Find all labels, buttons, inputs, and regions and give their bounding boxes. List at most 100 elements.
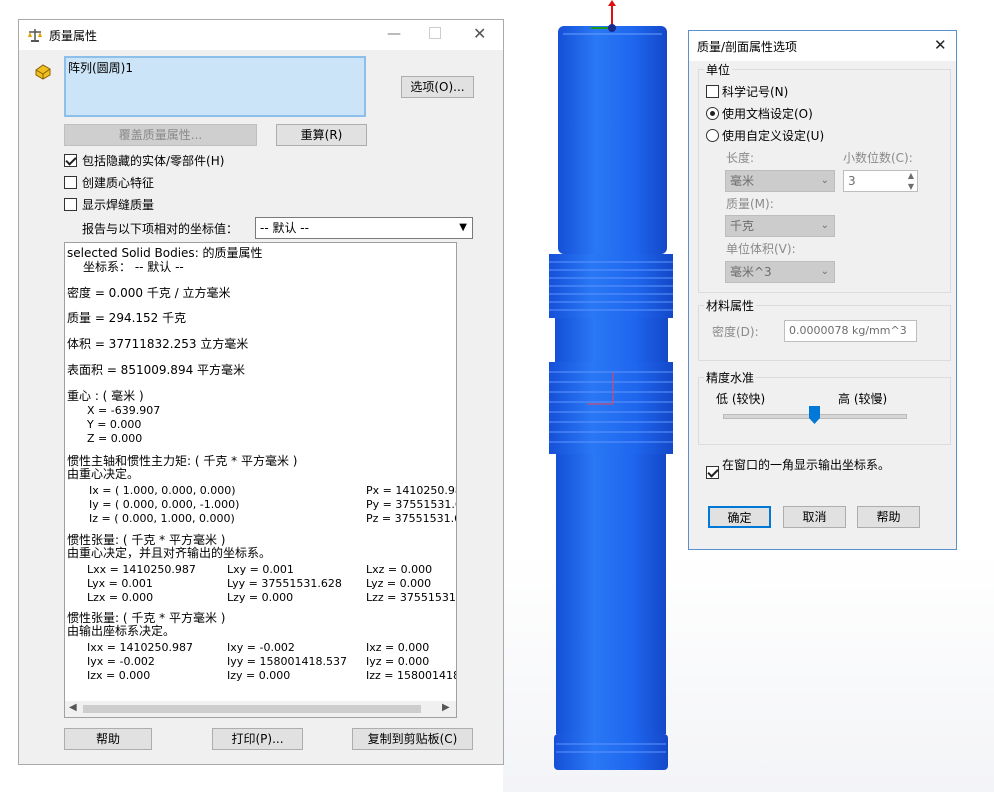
tensor1-cell: Lxz = 0.000 xyxy=(366,563,433,576)
accuracy-group xyxy=(698,377,951,445)
accuracy-high-label: 高 (较慢) xyxy=(838,392,888,406)
accuracy-slider-thumb[interactable] xyxy=(808,406,820,424)
volume-unit-value: 毫米^3 xyxy=(730,265,772,279)
use-custom-label: 使用自定义设定(U) xyxy=(722,129,825,143)
options-titlebar[interactable]: 质量/剖面属性选项 ✕ xyxy=(689,31,956,61)
tensor1-cell: Lyz = 0.000 xyxy=(366,577,432,590)
include-hidden-label: 包括隐藏的实体/零部件(H) xyxy=(82,154,225,168)
include-hidden-checkbox[interactable] xyxy=(64,154,77,167)
options-help-button[interactable]: 帮助 xyxy=(857,506,920,528)
axis-iy: Iy = ( 0.000, 0.000, -1.000) xyxy=(89,498,240,511)
mass-dialog-title: 质量属性 xyxy=(49,29,98,43)
coord-system-value: -- 默认 -- xyxy=(260,221,309,235)
volume-line: 体积 = 37711832.253 立方毫米 xyxy=(67,337,249,351)
cancel-button[interactable]: 取消 xyxy=(783,506,846,528)
options-button[interactable]: 选项(O)... xyxy=(401,76,474,98)
density-line: 密度 = 0.000 千克 / 立方毫米 xyxy=(67,286,231,300)
origin-point xyxy=(608,24,616,32)
tensor1-cell: Lxx = 1410250.987 xyxy=(87,563,196,576)
coord-system-select[interactable]: -- 默认 -- ▼ xyxy=(255,217,473,239)
tensor1-cell: Lzy = 0.000 xyxy=(227,591,294,604)
tensor1-cell: Lxy = 0.001 xyxy=(227,563,294,576)
ok-button[interactable]: 确定 xyxy=(708,506,771,528)
accuracy-group-title: 精度水准 xyxy=(704,369,757,386)
scale-icon xyxy=(27,27,43,43)
options-title: 质量/剖面属性选项 xyxy=(697,40,798,54)
selection-item[interactable]: 阵列(圆周)1 xyxy=(68,59,133,76)
shaft-lower xyxy=(556,454,666,734)
scientific-notation-checkbox[interactable] xyxy=(706,85,719,98)
length-select[interactable]: 毫米 ⌄ xyxy=(725,170,835,192)
close-icon[interactable]: ✕ xyxy=(473,24,486,43)
units-group-title: 单位 xyxy=(704,61,733,78)
use-document-label: 使用文档设定(O) xyxy=(722,107,813,121)
scroll-right-icon[interactable]: ▶ xyxy=(442,702,450,713)
create-com-checkbox[interactable] xyxy=(64,176,77,189)
tensor1-sub: 由重心决定，并且对齐输出的坐标系。 xyxy=(67,546,272,560)
cog-z: Z = 0.000 xyxy=(87,432,143,445)
length-label: 长度: xyxy=(726,151,755,165)
tensor1-cell: Lzx = 0.000 xyxy=(87,591,154,604)
tensor2-sub: 由输出座标系决定。 xyxy=(67,624,176,638)
copy-clipboard-button[interactable]: 复制到剪贴板(C) xyxy=(352,728,473,750)
tensor2-cell: Iyz = 0.000 xyxy=(366,655,430,668)
volume-unit-select[interactable]: 毫米^3 ⌄ xyxy=(725,261,835,283)
material-group-title: 材料属性 xyxy=(704,297,757,314)
tensor2-cell: Ixx = 1410250.987 xyxy=(87,641,193,654)
shaft-upper xyxy=(558,26,667,254)
scroll-left-icon[interactable]: ◀ xyxy=(69,702,77,713)
moment-pz: Pz = 37551531.628 xyxy=(366,512,456,525)
length-value: 毫米 xyxy=(730,174,755,188)
tensor2-cell: Iyx = -0.002 xyxy=(87,655,155,668)
use-document-radio[interactable] xyxy=(706,107,719,120)
area-line: 表面积 = 851009.894 平方毫米 xyxy=(67,363,246,377)
selection-list[interactable]: 阵列(圆周)1 xyxy=(64,56,366,117)
stepper-down-icon[interactable]: ▼ xyxy=(908,177,914,197)
mass-unit-label: 质量(M): xyxy=(726,197,774,211)
show-weld-label: 显示焊缝质量 xyxy=(82,198,155,212)
mass-dialog-titlebar[interactable]: 质量属性 — ✕ xyxy=(19,20,503,50)
horizontal-scrollbar[interactable]: ◀ ▶ xyxy=(65,701,456,717)
decimals-label: 小数位数(C): xyxy=(843,151,913,165)
override-mass-button[interactable]: 覆盖质量属性... xyxy=(64,124,257,146)
help-button[interactable]: 帮助 xyxy=(64,728,152,750)
volume-unit-label: 单位体积(V): xyxy=(726,242,796,256)
show-coord-checkbox[interactable] xyxy=(706,466,719,479)
minimize-icon[interactable]: — xyxy=(387,26,401,42)
decimals-stepper[interactable]: 3 ▲ ▼ xyxy=(843,170,918,192)
decimals-value: 3 xyxy=(848,174,856,188)
tensor1-cell: Lyy = 37551531.628 xyxy=(227,577,342,590)
density-field[interactable]: 0.0000078 kg/mm^3 xyxy=(784,320,917,342)
principal-axes-sub: 由重心决定。 xyxy=(67,467,140,481)
axis-ix: Ix = ( 1.000, 0.000, 0.000) xyxy=(89,484,236,497)
use-custom-radio[interactable] xyxy=(706,129,719,142)
chevron-down-icon: ⌄ xyxy=(820,220,829,231)
mass-unit-select[interactable]: 千克 ⌄ xyxy=(725,215,835,237)
tensor2-cell: Ixz = 0.000 xyxy=(366,641,430,654)
density-value: 0.0000078 kg/mm^3 xyxy=(789,324,907,337)
chevron-down-icon: ⌄ xyxy=(820,175,829,186)
coord-system-label: 报告与以下项相对的坐标值： xyxy=(82,222,239,236)
show-coord-label: 在窗口的一角显示输出坐标系。 xyxy=(722,458,891,472)
print-button[interactable]: 打印(P)... xyxy=(212,728,303,750)
mass-line: 质量 = 294.152 千克 xyxy=(67,311,187,325)
axis-iz: Iz = ( 0.000, 1.000, 0.000) xyxy=(89,512,235,525)
shaft-middle xyxy=(555,318,668,362)
chevron-down-icon: ⌄ xyxy=(820,266,829,277)
tensor1-cell: Lzz = 37551531.628 xyxy=(366,591,456,604)
create-com-label: 创建质心特征 xyxy=(82,176,155,190)
cog-title: 重心 : ( 毫米 ) xyxy=(67,389,144,403)
accuracy-low-label: 低 (较快) xyxy=(716,392,766,406)
moment-py: Py = 37551531.628 xyxy=(366,498,456,511)
part-icon xyxy=(34,62,52,80)
threaded-collar-lower xyxy=(549,362,673,454)
maximize-icon[interactable] xyxy=(429,27,441,39)
tensor2-cell: Izy = 0.000 xyxy=(227,669,291,682)
close-icon[interactable]: ✕ xyxy=(934,36,947,54)
recalculate-button[interactable]: 重算(R) xyxy=(276,124,367,146)
results-textbox[interactable]: selected Solid Bodies: 的质量属性 坐标系： -- 默认 … xyxy=(64,242,457,718)
scientific-notation-label: 科学记号(N) xyxy=(722,85,789,99)
show-weld-checkbox[interactable] xyxy=(64,198,77,211)
scrollbar-thumb[interactable] xyxy=(83,705,421,713)
tensor2-cell: Ixy = -0.002 xyxy=(227,641,295,654)
